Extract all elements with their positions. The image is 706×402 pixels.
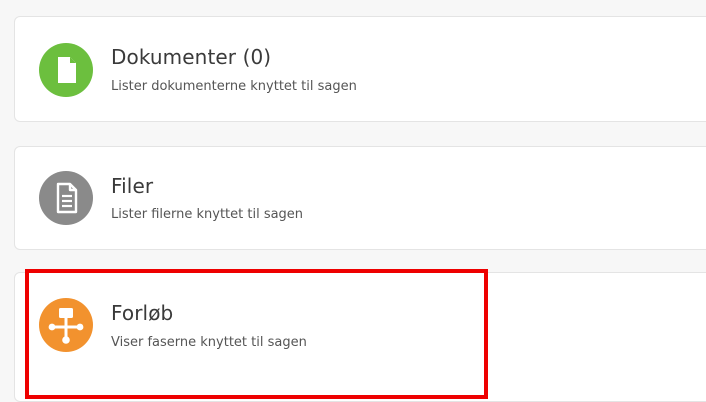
documents-card[interactable]: Dokumenter (0) Lister dokumenterne knytt… — [14, 16, 706, 122]
highlight-box — [25, 269, 488, 399]
files-card[interactable]: Filer Lister filerne knyttet til sagen — [14, 146, 706, 250]
documents-title: Dokumenter (0) — [111, 45, 272, 69]
document-icon — [39, 43, 93, 97]
file-icon — [39, 171, 93, 225]
files-subtitle: Lister filerne knyttet til sagen — [111, 207, 304, 222]
files-title: Filer — [111, 174, 154, 198]
documents-subtitle: Lister dokumenterne knyttet til sagen — [111, 79, 357, 94]
